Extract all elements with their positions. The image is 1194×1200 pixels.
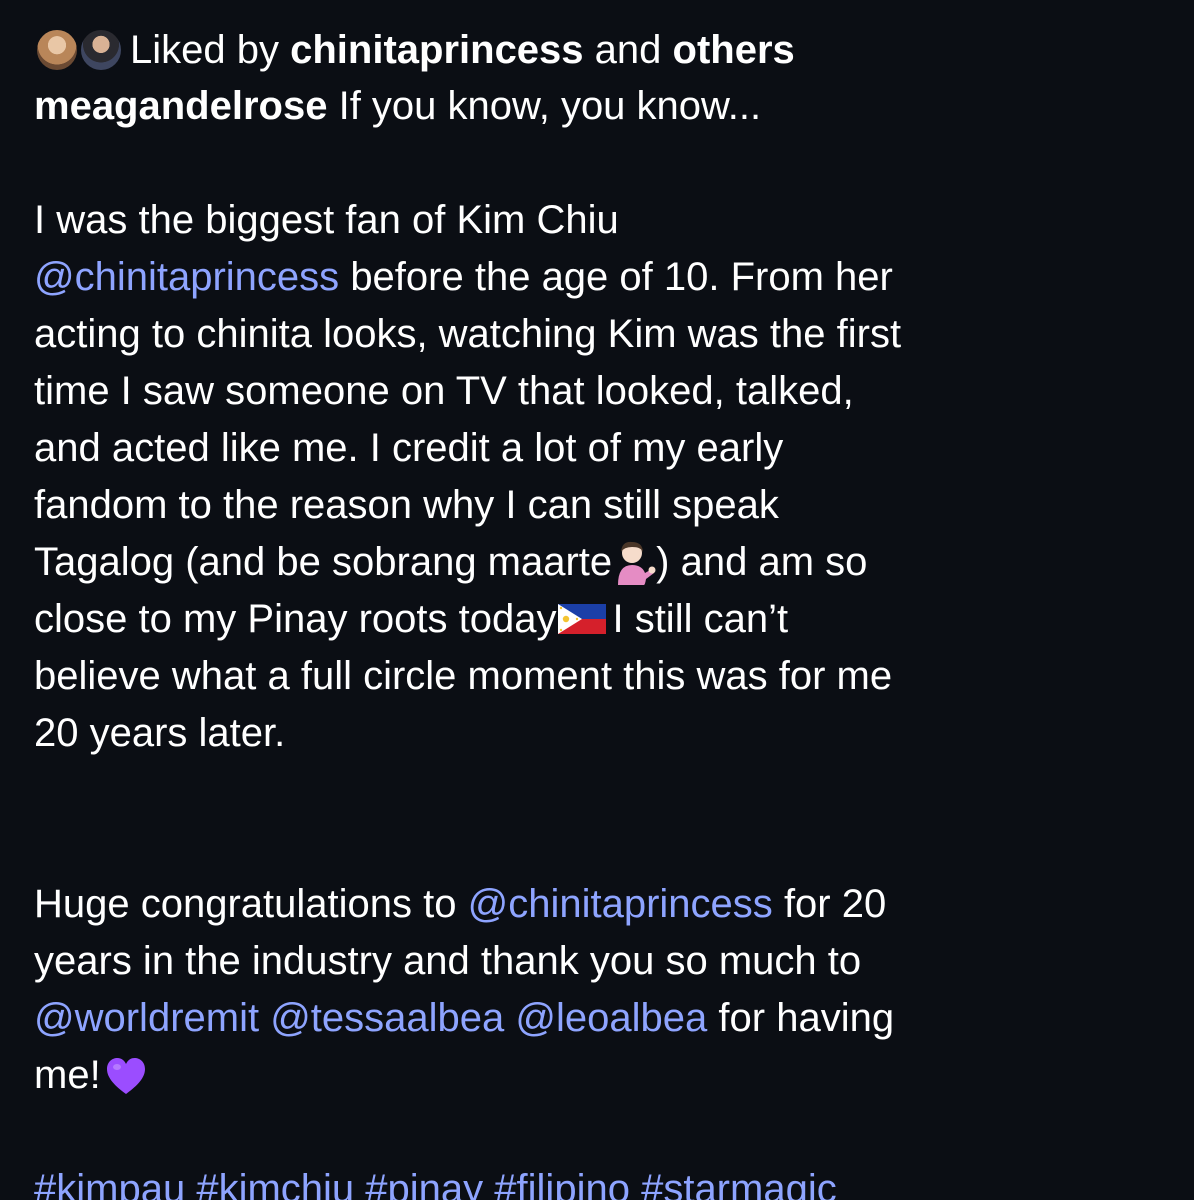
caption-line: me! bbox=[34, 1047, 1160, 1104]
caption-line: @chinitaprincess before the age of 10. F… bbox=[34, 249, 1160, 306]
liker-avatars[interactable] bbox=[34, 24, 130, 76]
liked-by-text: Liked by chinitaprincess and others bbox=[130, 22, 795, 79]
caption-text: ) and am so bbox=[656, 540, 868, 584]
caption-line: 20 years later. bbox=[34, 711, 286, 755]
mention-link[interactable]: @tessaalbea bbox=[270, 996, 504, 1040]
tipping-hand-woman-emoji-icon bbox=[612, 539, 656, 585]
hashtag-link[interactable]: #pinay bbox=[365, 1167, 483, 1200]
mention-link[interactable]: @chinitaprincess bbox=[34, 255, 339, 299]
hashtag-link[interactable]: #kimchiu bbox=[196, 1167, 354, 1200]
liked-by-row[interactable]: Liked by chinitaprincess and others bbox=[34, 22, 1160, 78]
caption-text: Tagalog (and be sobrang maarte bbox=[34, 540, 613, 584]
mention-link[interactable]: @chinitaprincess bbox=[468, 882, 773, 926]
liked-by-prefix: Liked by bbox=[130, 27, 279, 72]
hashtag-link[interactable]: #filipino bbox=[494, 1167, 630, 1200]
avatar[interactable] bbox=[78, 27, 124, 73]
caption-line: @worldremit @tessaalbea @leoalbea for ha… bbox=[34, 990, 1160, 1047]
caption-line: fandom to the reason why I can still spe… bbox=[34, 483, 779, 527]
avatar[interactable] bbox=[34, 27, 80, 73]
caption-text: me! bbox=[34, 1053, 101, 1097]
caption-text: If you know, you know... bbox=[338, 84, 762, 128]
caption-line: Huge congratulations to @chinitaprincess… bbox=[34, 876, 1160, 933]
hashtag-link[interactable]: #starmagic bbox=[641, 1167, 837, 1200]
caption-line: I was the biggest fan of Kim Chiu bbox=[34, 198, 619, 242]
author-username-link[interactable]: meagandelrose bbox=[34, 84, 327, 128]
caption-line: years in the industry and thank you so m… bbox=[34, 939, 862, 983]
caption-text: for 20 bbox=[783, 882, 887, 926]
caption-line: and acted like me. I credit a lot of my … bbox=[34, 426, 784, 470]
liked-by-others-link[interactable]: others bbox=[673, 28, 795, 72]
caption-text: close to my Pinay roots today bbox=[34, 597, 557, 641]
mention-link[interactable]: @worldremit bbox=[34, 996, 259, 1040]
caption-line: time I saw someone on TV that looked, ta… bbox=[34, 369, 854, 413]
liked-by-user-link[interactable]: chinitaprincess bbox=[290, 28, 583, 72]
philippines-flag-emoji-icon bbox=[558, 593, 607, 634]
liked-by-and: and bbox=[594, 27, 662, 72]
caption-text: before the age of 10. From her bbox=[350, 255, 893, 299]
caption-line: acting to chinita looks, watching Kim wa… bbox=[34, 312, 902, 356]
caption-line: Tagalog (and be sobrang maarte ) and am s… bbox=[34, 534, 1160, 591]
purple-heart-emoji-icon bbox=[105, 1055, 147, 1095]
instagram-caption: Liked by chinitaprincess and others meag… bbox=[0, 0, 1194, 1200]
caption-line: close to my Pinay roots today I still can… bbox=[34, 591, 1160, 648]
caption-first-line: meagandelrose If you know, you know... bbox=[34, 78, 1160, 135]
caption-line: believe what a full circle moment this w… bbox=[34, 654, 893, 698]
caption-text: for having bbox=[718, 996, 895, 1040]
hashtag-line: #kimpau #kimchiu #pinay #filipino #starm… bbox=[34, 1161, 1160, 1200]
mention-link[interactable]: @leoalbea bbox=[515, 996, 707, 1040]
hashtag-link[interactable]: #kimpau bbox=[34, 1167, 185, 1200]
caption-text: I still can’t bbox=[612, 597, 789, 641]
caption-text: Huge congratulations to bbox=[34, 882, 457, 926]
